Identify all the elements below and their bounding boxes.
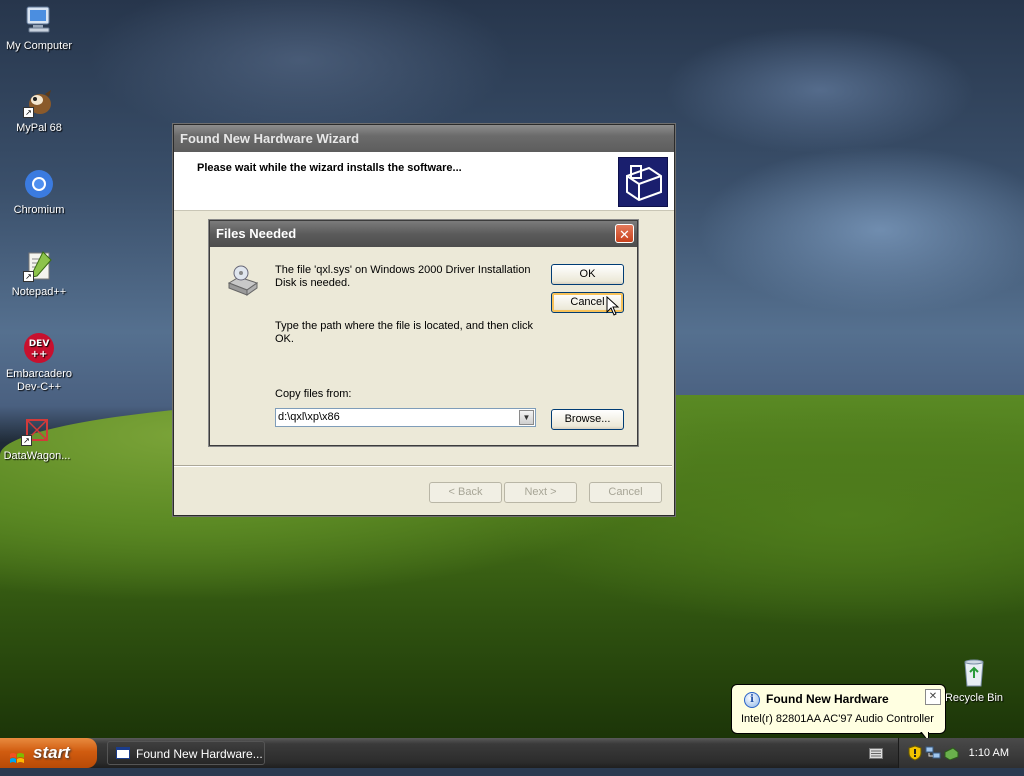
desktop-icon-notepadpp[interactable]: ↗ Notepad++ bbox=[0, 250, 79, 299]
new-hardware-icon[interactable] bbox=[943, 746, 959, 761]
hardware-wizard-icon bbox=[618, 157, 668, 207]
wizard-title: Found New Hardware Wizard bbox=[180, 131, 360, 146]
dialog-message-file: The file 'qxl.sys' on Windows 2000 Drive… bbox=[275, 264, 531, 289]
shortcut-arrow-icon: ↗ bbox=[21, 435, 32, 446]
security-shield-icon[interactable] bbox=[908, 745, 922, 761]
mypal-icon: ↗ bbox=[23, 86, 55, 118]
notification-balloon[interactable]: i Found New Hardware Intel(r) 82801AA AC… bbox=[731, 684, 946, 742]
desktop-icon-chromium[interactable]: Chromium bbox=[0, 168, 79, 217]
wizard-separator bbox=[174, 465, 672, 467]
window-icon bbox=[116, 747, 130, 759]
computer-icon bbox=[23, 4, 55, 36]
svg-text:++: ++ bbox=[31, 349, 48, 360]
ok-button[interactable]: OK bbox=[551, 264, 624, 285]
wizard-cancel-button[interactable]: Cancel bbox=[589, 482, 662, 503]
taskbar-button-found-new-hardware[interactable]: Found New Hardware... bbox=[107, 741, 265, 765]
devcpp-icon: DEV ++ bbox=[23, 332, 55, 364]
copy-files-label: Copy files from: bbox=[275, 388, 352, 400]
desktop-icon-mypal[interactable]: ↗ MyPal 68 bbox=[0, 86, 79, 135]
close-icon[interactable]: ✕ bbox=[925, 689, 941, 705]
taskbar-button-label: Found New Hardware... bbox=[136, 747, 263, 761]
desktop-icon-recycle-bin[interactable]: Recycle Bin bbox=[934, 656, 1014, 705]
copy-files-value: d:\qxl\xp\x86 bbox=[278, 411, 340, 423]
chevron-down-icon[interactable]: ▼ bbox=[519, 410, 534, 425]
desktop-icon-label: DataWagon... bbox=[3, 450, 71, 462]
desktop-icon-label: Chromium bbox=[13, 204, 65, 216]
dialog-titlebar[interactable]: Files Needed ✕ bbox=[210, 221, 637, 247]
desktop-icon-label: Notepad++ bbox=[11, 286, 67, 298]
chromium-icon bbox=[23, 168, 55, 200]
desktop-icon-label: MyPal 68 bbox=[16, 122, 62, 134]
shortcut-arrow-icon: ↗ bbox=[23, 107, 34, 118]
browse-button[interactable]: Browse... bbox=[551, 409, 624, 430]
desktop-icon-label: Embarcadero Dev-C++ bbox=[5, 368, 73, 393]
wizard-titlebar[interactable]: Found New Hardware Wizard bbox=[174, 125, 674, 152]
desktop-icon-devcpp[interactable]: DEV ++ Embarcadero Dev-C++ bbox=[0, 332, 79, 394]
disk-drive-icon bbox=[226, 263, 260, 297]
start-button[interactable]: start bbox=[0, 738, 97, 768]
datawagon-icon: ↗ bbox=[21, 414, 53, 446]
system-tray: 1:10 AM bbox=[898, 738, 1024, 768]
svg-text:DEV: DEV bbox=[29, 339, 50, 349]
windows-logo-icon bbox=[9, 746, 25, 763]
balloon-text: Intel(r) 82801AA AC'97 Audio Controller bbox=[741, 713, 934, 725]
close-icon[interactable]: ✕ bbox=[615, 224, 634, 243]
balloon-title: Found New Hardware bbox=[766, 692, 889, 706]
shortcut-arrow-icon: ↗ bbox=[23, 271, 34, 282]
desktop-icon-my-computer[interactable]: My Computer bbox=[0, 4, 79, 53]
taskbar-clock[interactable]: 1:10 AM bbox=[969, 738, 1009, 768]
network-icon[interactable] bbox=[925, 746, 941, 760]
recycle-bin-icon bbox=[958, 656, 990, 688]
dialog-title: Files Needed bbox=[216, 226, 297, 241]
copy-files-from-combobox[interactable]: d:\qxl\xp\x86 ▼ bbox=[275, 408, 536, 427]
wizard-back-button[interactable]: < Back bbox=[429, 482, 502, 503]
files-needed-dialog: Files Needed ✕ The file 'qxl.sys' on Win… bbox=[209, 220, 638, 446]
desktop-icon-datawagon[interactable]: ↗ DataWagon... bbox=[0, 414, 77, 463]
info-icon: i bbox=[744, 692, 760, 708]
mouse-cursor-icon bbox=[606, 295, 620, 316]
wizard-next-button[interactable]: Next > bbox=[504, 482, 577, 503]
taskbar: start Found New Hardware... 1:10 AM bbox=[0, 738, 1024, 768]
notepadpp-icon: ↗ bbox=[23, 250, 55, 282]
wizard-header: Please wait while the wizard installs th… bbox=[174, 152, 674, 211]
keyboard-icon[interactable] bbox=[869, 748, 883, 759]
wizard-heading: Please wait while the wizard installs th… bbox=[197, 162, 462, 174]
dialog-message-instructions: Type the path where the file is located,… bbox=[275, 320, 534, 345]
desktop-icon-label: Recycle Bin bbox=[944, 692, 1004, 704]
start-label: start bbox=[33, 743, 70, 762]
desktop-icon-label: My Computer bbox=[5, 40, 73, 52]
